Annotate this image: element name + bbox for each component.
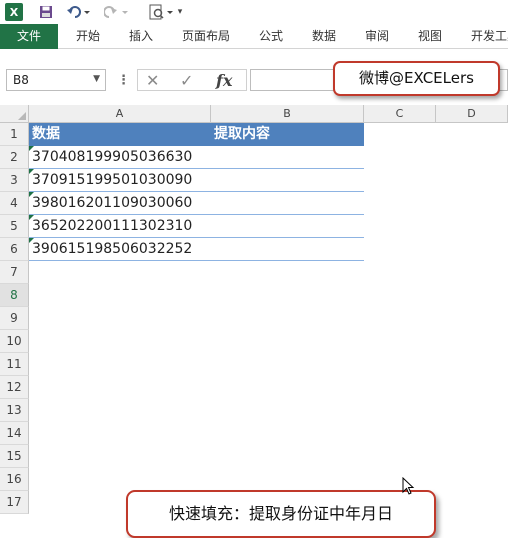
chevron-down-icon[interactable]: ▼ [93, 74, 100, 84]
row-header-7[interactable]: 7 [0, 261, 29, 284]
redo-icon[interactable] [104, 3, 130, 21]
customize-toolbar-icon[interactable]: ▾ [174, 3, 186, 21]
cell-a6[interactable]: 390615198506032252 [29, 238, 211, 261]
cell-a2-value: 370408199905036630 [32, 149, 193, 165]
cell-a3[interactable]: 370915199501030090 [29, 169, 211, 192]
insert-function-icon[interactable]: fx [216, 71, 232, 90]
cell-b1-header[interactable]: 提取内容 [211, 123, 364, 146]
cell-area[interactable]: 数据 提取内容 370408199905036630 3709151995010… [29, 123, 508, 524]
column-header-b[interactable]: B [211, 105, 364, 123]
cell-a3-value: 370915199501030090 [32, 172, 193, 188]
row-header-13[interactable]: 13 [0, 399, 29, 422]
name-box[interactable]: B8 ▼ [6, 69, 106, 91]
row-header-1[interactable]: 1 [0, 123, 29, 146]
cancel-icon[interactable]: ✕ [146, 71, 159, 90]
tab-view[interactable]: 视图 [418, 24, 442, 49]
save-icon[interactable] [38, 3, 54, 21]
error-indicator-icon [29, 192, 34, 197]
undo-icon[interactable] [66, 3, 92, 21]
cell-b6[interactable] [211, 238, 364, 261]
cell-a4-value: 398016201109030060 [32, 195, 193, 211]
formula-bar-grip-icon[interactable]: ⋮ [117, 73, 130, 88]
tab-file[interactable]: 文件 [0, 24, 58, 49]
ribbon-tabs: 文件 开始 插入 页面布局 公式 数据 审阅 视图 开发工具 [0, 24, 508, 49]
formula-buttons: ✕ ✓ fx [137, 69, 247, 91]
row-header-15[interactable]: 15 [0, 445, 29, 468]
error-indicator-icon [29, 146, 34, 151]
row-header-9[interactable]: 9 [0, 307, 29, 330]
column-header-a[interactable]: A [29, 105, 211, 123]
cell-a2[interactable]: 370408199905036630 [29, 146, 211, 169]
print-preview-icon[interactable] [148, 3, 174, 21]
cell-a6-value: 390615198506032252 [32, 241, 193, 257]
excel-logo-icon: X [5, 3, 23, 21]
tab-review[interactable]: 审阅 [365, 24, 389, 49]
tab-formulas[interactable]: 公式 [259, 24, 283, 49]
cell-b3[interactable] [211, 169, 364, 192]
cell-b4[interactable] [211, 192, 364, 215]
column-header-c[interactable]: C [364, 105, 436, 123]
cell-b2[interactable] [211, 146, 364, 169]
error-indicator-icon [29, 169, 34, 174]
worksheet-grid[interactable]: A B C D 1 2 3 4 5 6 7 8 9 10 11 12 13 14… [0, 105, 508, 538]
cell-a4[interactable]: 398016201109030060 [29, 192, 211, 215]
mouse-cursor-icon [402, 477, 415, 495]
row-header-12[interactable]: 12 [0, 376, 29, 399]
tab-page-layout[interactable]: 页面布局 [182, 24, 230, 49]
column-header-d[interactable]: D [436, 105, 508, 123]
select-all-corner[interactable] [0, 105, 29, 123]
name-box-value: B8 [13, 73, 29, 87]
cell-b5[interactable] [211, 215, 364, 238]
cell-a5[interactable]: 365202200111302310 [29, 215, 211, 238]
row-header-8[interactable]: 8 [0, 284, 29, 307]
row-header-14[interactable]: 14 [0, 422, 29, 445]
enter-check-icon[interactable]: ✓ [180, 71, 193, 90]
row-header-11[interactable]: 11 [0, 353, 29, 376]
watermark-callout: 微博@EXCELers [333, 61, 500, 96]
tab-data[interactable]: 数据 [312, 24, 336, 49]
row-header-6[interactable]: 6 [0, 238, 29, 261]
formula-bar-area: B8 ▼ ⋮ ✕ ✓ fx 微博@EXCELers [0, 49, 508, 105]
row-header-17[interactable]: 17 [0, 491, 29, 514]
error-indicator-icon [29, 215, 34, 220]
quick-access-toolbar: X ▾ [0, 0, 508, 24]
tab-home[interactable]: 开始 [76, 24, 100, 49]
row-header-3[interactable]: 3 [0, 169, 29, 192]
cell-a5-value: 365202200111302310 [32, 218, 193, 234]
tab-insert[interactable]: 插入 [129, 24, 153, 49]
tab-developer[interactable]: 开发工具 [471, 24, 508, 49]
cell-a1-header[interactable]: 数据 [29, 123, 211, 146]
tip-callout: 快速填充：提取身份证中年月日 [126, 490, 436, 538]
row-header-2[interactable]: 2 [0, 146, 29, 169]
row-header-5[interactable]: 5 [0, 215, 29, 238]
row-header-10[interactable]: 10 [0, 330, 29, 353]
row-header-4[interactable]: 4 [0, 192, 29, 215]
row-header-16[interactable]: 16 [0, 468, 29, 491]
error-indicator-icon [29, 238, 34, 243]
